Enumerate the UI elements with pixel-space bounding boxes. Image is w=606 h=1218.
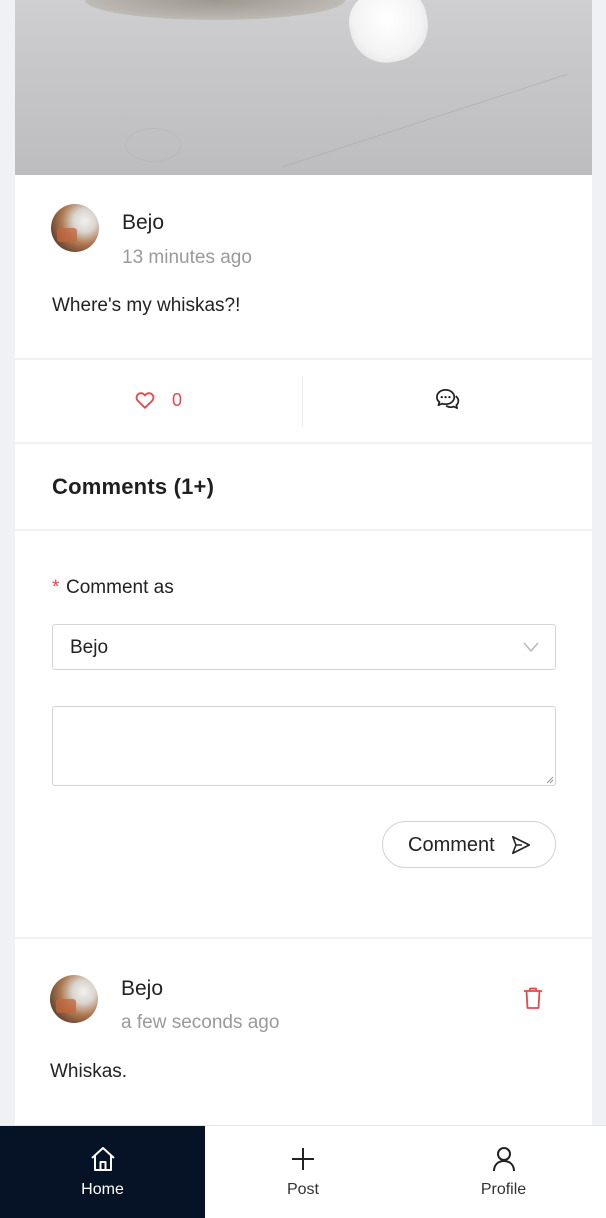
user-icon: [492, 1147, 515, 1172]
photo-cat-fur: [85, 0, 345, 20]
photo-floor-mark: [125, 128, 181, 162]
trash-icon[interactable]: [522, 986, 544, 1010]
post-text: Where's my whiskas?!: [52, 295, 241, 316]
comment-textarea[interactable]: [52, 706, 556, 786]
like-count: 0: [172, 390, 183, 410]
bottom-nav: Home Post Profile: [0, 1125, 606, 1218]
post-author-avatar[interactable]: [51, 204, 99, 252]
nav-profile[interactable]: Profile: [401, 1126, 606, 1218]
comment-time: a few seconds ago: [121, 1012, 280, 1033]
comment-as-value: Bejo: [70, 637, 109, 658]
home-icon: [90, 1147, 115, 1171]
post-time: 13 minutes ago: [122, 247, 252, 268]
action-divider: [302, 376, 303, 426]
send-icon: [511, 835, 531, 855]
photo-floor-line: [282, 73, 568, 168]
comment-as-select[interactable]: Bejo: [52, 624, 556, 670]
heart-icon[interactable]: [134, 389, 156, 411]
post-photo: [15, 0, 592, 175]
comment-as-label: Comment as: [66, 577, 174, 598]
nav-profile-label: Profile: [480, 1181, 527, 1198]
post-author-name[interactable]: Bejo: [122, 211, 164, 235]
photo-cat-paw: [343, 0, 435, 70]
comment-author-name[interactable]: Bejo: [121, 977, 163, 1001]
post-card: [15, 175, 592, 358]
required-marker: *: [52, 577, 60, 598]
comments-title: Comments (1+): [52, 474, 215, 499]
comment-text: Whiskas.: [50, 1061, 128, 1082]
comment-item: [15, 939, 592, 1125]
comment-author-avatar[interactable]: [50, 975, 98, 1023]
comment-submit-button[interactable]: Comment: [382, 821, 556, 868]
chat-icon[interactable]: [435, 387, 460, 412]
nav-post-label: Post: [286, 1181, 319, 1198]
nav-home-label: Home: [81, 1181, 124, 1198]
nav-home[interactable]: Home: [0, 1126, 205, 1218]
resize-grip-icon[interactable]: [546, 776, 554, 784]
chevron-down-icon: [523, 642, 539, 653]
comment-submit-label: Comment: [408, 834, 495, 856]
plus-icon: [292, 1148, 314, 1170]
post-actions-bar: [15, 360, 592, 442]
nav-post[interactable]: Post: [205, 1126, 401, 1218]
